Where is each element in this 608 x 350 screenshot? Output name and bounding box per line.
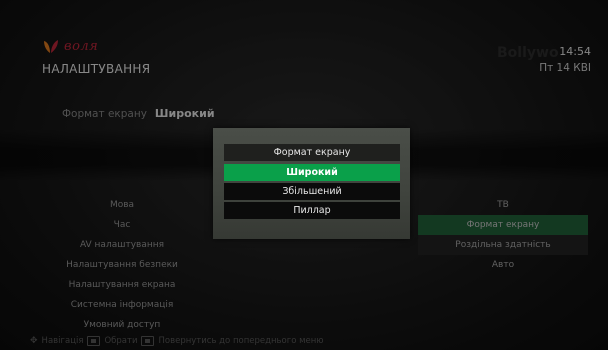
footer-back-label: Повернутись до попереднього меню — [158, 336, 324, 346]
footer-select-label: Обрати — [104, 336, 138, 346]
detail-item-resolution[interactable]: Роздільна здатність — [418, 235, 588, 255]
dialog-title: Формат екрану — [224, 144, 400, 161]
option-zoom[interactable]: Збільшений — [224, 183, 400, 200]
footer-navigation-label: Навігація — [41, 336, 84, 346]
footer-help-bar: ✥ Навігація Обрати Повернутись до попере… — [30, 336, 323, 346]
menu-item-language[interactable]: Мова — [36, 195, 208, 215]
volia-logo: воля — [42, 39, 98, 54]
menu-item-av-settings[interactable]: AV налаштування — [36, 235, 208, 255]
screen-format-dialog: Формат екрану Широкий Збільшений Пиллар — [213, 128, 410, 239]
current-setting-value: Широкий — [154, 107, 215, 120]
tv-settings-screen: воля НАЛАШТУВАННЯ Bollywo 14:54 Пт 14 КВ… — [0, 0, 608, 350]
menu-item-system-info[interactable]: Системна інформація — [36, 295, 208, 315]
settings-detail-panel: ТВ Формат екрану Роздільна здатність Авт… — [418, 195, 588, 275]
channel-watermark: Bollywo — [497, 45, 559, 61]
detail-item-tv[interactable]: ТВ — [418, 195, 588, 215]
back-key-icon — [141, 336, 155, 346]
detail-item-auto[interactable]: Авто — [418, 255, 588, 275]
volia-leaf-icon — [42, 39, 60, 54]
current-setting-label: Формат екрану — [62, 108, 147, 120]
detail-item-screen-format[interactable]: Формат екрану — [418, 215, 588, 235]
clock-date: Пт 14 КВІ — [539, 62, 591, 74]
menu-item-conditional-access[interactable]: Умовний доступ — [36, 315, 208, 335]
ok-key-icon — [87, 336, 101, 346]
settings-menu: Мова Час AV налаштування Налаштування бе… — [36, 195, 208, 335]
current-setting: Формат екрану Широкий — [62, 107, 215, 120]
menu-item-screen-settings[interactable]: Налаштування екрана — [36, 275, 208, 295]
logo-text: воля — [64, 39, 99, 54]
option-pillar[interactable]: Пиллар — [224, 202, 400, 219]
clock-time: 14:54 — [559, 45, 591, 58]
menu-item-time[interactable]: Час — [36, 215, 208, 235]
option-widescreen[interactable]: Широкий — [224, 164, 400, 181]
page-title: НАЛАШТУВАННЯ — [42, 62, 151, 76]
navigation-arrows-icon: ✥ — [30, 336, 38, 346]
menu-item-security-settings[interactable]: Налаштування безпеки — [36, 255, 208, 275]
